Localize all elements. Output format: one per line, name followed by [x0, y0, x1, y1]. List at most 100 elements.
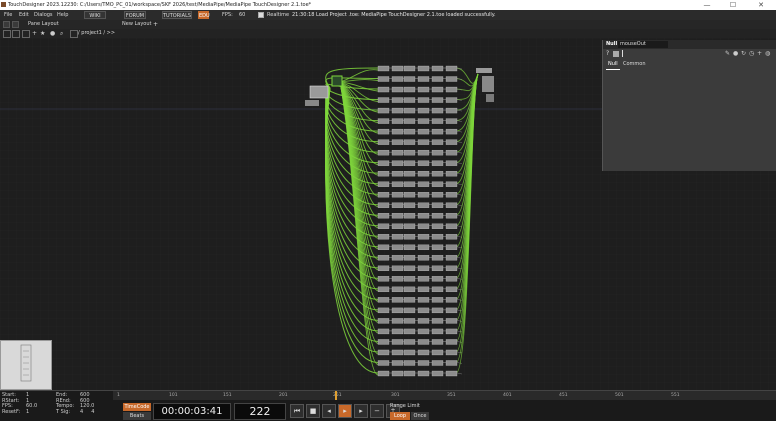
operator-node[interactable] [417, 223, 430, 229]
source-node[interactable] [309, 85, 329, 99]
op-name-field[interactable]: mouseOut [618, 41, 668, 48]
playhead[interactable] [335, 391, 337, 400]
operator-node[interactable] [377, 286, 390, 293]
operator-node[interactable] [391, 128, 404, 135]
timeline-ruler[interactable]: 1 101 151 201 251 301 351 401 451 501 55… [113, 391, 776, 400]
operator-node[interactable] [391, 265, 404, 271]
tutorials-button[interactable]: TUTORIALS [162, 11, 192, 19]
menu-edit[interactable]: Edit [19, 10, 29, 20]
operator-node[interactable] [431, 244, 444, 250]
operator-node[interactable] [417, 202, 430, 208]
operator-node[interactable] [403, 118, 416, 124]
info-icon[interactable] [613, 51, 619, 57]
operator-node[interactable] [445, 213, 458, 219]
back-icon[interactable] [3, 30, 11, 38]
operator-node[interactable] [403, 181, 416, 187]
operator-node[interactable] [403, 255, 416, 261]
operator-node[interactable] [417, 86, 430, 93]
operator-node[interactable] [391, 76, 404, 82]
operator-node[interactable] [445, 276, 458, 282]
globe-icon[interactable]: ◍ [765, 50, 770, 57]
operator-node[interactable] [417, 265, 430, 271]
eye-icon[interactable]: ● [733, 50, 738, 57]
operator-node[interactable] [377, 202, 390, 208]
operator-node[interactable] [417, 171, 430, 177]
operator-node[interactable] [431, 286, 444, 293]
operator-node[interactable] [431, 234, 444, 240]
operator-node[interactable] [445, 86, 458, 93]
operator-node[interactable] [445, 192, 458, 198]
operator-node[interactable] [377, 160, 390, 166]
network-path[interactable]: / project1 / >> [78, 29, 115, 38]
operator-node[interactable] [431, 139, 444, 145]
operator-node[interactable] [377, 181, 390, 187]
once-button[interactable]: Once [411, 412, 429, 420]
operator-node[interactable] [391, 349, 404, 356]
link-icon[interactable]: ● [50, 29, 55, 38]
operator-node[interactable] [391, 202, 404, 208]
operator-node[interactable] [445, 255, 458, 261]
maximize-icon[interactable]: ☐ [722, 0, 744, 10]
rewind-start-icon[interactable]: ⏮ [290, 404, 304, 418]
operator-node[interactable] [403, 128, 416, 135]
operator-node[interactable] [391, 339, 404, 345]
operator-node[interactable] [431, 328, 444, 335]
operator-node[interactable] [403, 223, 416, 229]
operator-node[interactable] [403, 307, 416, 314]
operator-node[interactable] [391, 318, 404, 324]
operator-node[interactable] [445, 181, 458, 187]
tab-common[interactable]: Common [621, 60, 648, 69]
operator-node[interactable] [403, 86, 416, 93]
help-icon[interactable]: ? [606, 50, 609, 57]
operator-node[interactable] [377, 149, 390, 156]
source-node[interactable] [305, 100, 319, 106]
resetf-value[interactable]: 1 [26, 409, 29, 415]
operator-node[interactable] [403, 286, 416, 293]
operator-node[interactable] [391, 286, 404, 293]
operator-node[interactable] [403, 265, 416, 271]
operator-node[interactable] [445, 297, 458, 303]
operator-node[interactable] [445, 234, 458, 240]
operator-node[interactable] [403, 107, 416, 114]
operator-node[interactable] [417, 76, 430, 82]
operator-node[interactable] [403, 149, 416, 156]
operator-node[interactable] [417, 234, 430, 240]
operator-node[interactable] [445, 139, 458, 145]
operator-node[interactable] [403, 65, 416, 72]
operator-node[interactable] [445, 202, 458, 208]
operator-node[interactable] [377, 97, 390, 103]
operator-node[interactable] [445, 244, 458, 250]
operator-node[interactable] [391, 160, 404, 166]
operator-node[interactable] [417, 286, 430, 293]
operator-node[interactable] [377, 223, 390, 229]
operator-node[interactable] [445, 328, 458, 335]
operator-node[interactable] [417, 318, 430, 324]
operator-node[interactable] [445, 223, 458, 229]
operator-node[interactable] [445, 97, 458, 103]
operator-node[interactable] [417, 213, 430, 219]
timecode-display[interactable]: 00:00:03:41 [153, 403, 231, 420]
operator-node[interactable] [417, 107, 430, 114]
operator-node[interactable] [403, 97, 416, 103]
operator-node[interactable] [391, 97, 404, 103]
operator-node[interactable] [391, 370, 404, 377]
add-icon[interactable]: + [32, 29, 37, 38]
pane-split-vertical-icon[interactable] [12, 21, 19, 28]
minimize-icon[interactable]: — [696, 0, 718, 10]
operator-node[interactable] [377, 370, 390, 377]
output-node[interactable] [476, 68, 492, 73]
operator-node[interactable] [417, 349, 430, 356]
operator-node[interactable] [391, 181, 404, 187]
operator-node[interactable] [417, 192, 430, 198]
operator-node[interactable] [417, 118, 430, 124]
operator-node[interactable] [377, 213, 390, 219]
operator-node[interactable] [431, 202, 444, 208]
wiki-button[interactable]: WIKI [84, 11, 106, 19]
operator-node[interactable] [431, 118, 444, 124]
operator-node[interactable] [431, 128, 444, 135]
operator-node[interactable] [445, 65, 458, 72]
frame-display[interactable]: 222 [234, 403, 286, 420]
operator-node[interactable] [445, 318, 458, 324]
operator-node[interactable] [403, 328, 416, 335]
operator-node[interactable] [403, 318, 416, 324]
